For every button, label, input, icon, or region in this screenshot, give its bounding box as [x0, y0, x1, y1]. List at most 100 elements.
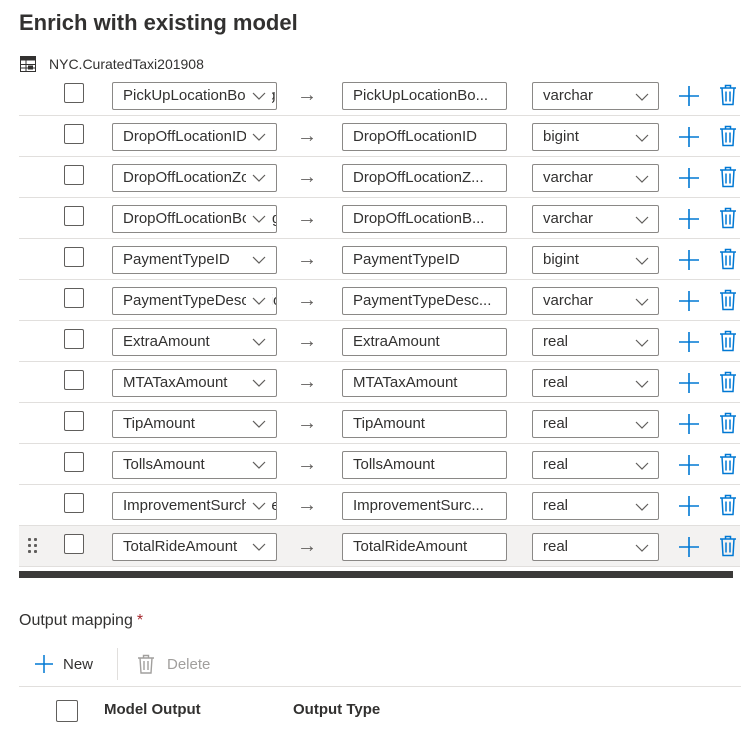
plus-icon[interactable] — [678, 495, 700, 517]
chevron-down-icon — [246, 84, 272, 108]
column-header-output-type[interactable]: Output Type — [293, 701, 380, 718]
source-column-dropdown[interactable]: TollsAmount — [112, 451, 277, 479]
type-dropdown[interactable]: bigint — [532, 123, 659, 151]
column-header-model-output[interactable]: Model Output — [104, 701, 201, 718]
source-column-value: TollsAmount — [123, 456, 205, 473]
type-value: real — [543, 415, 569, 432]
type-value: varchar — [543, 292, 594, 309]
row-checkbox[interactable] — [64, 452, 84, 472]
mapping-row: DropOffLocationID → DropOffLocationID bi… — [19, 116, 740, 157]
select-all-checkbox[interactable] — [56, 700, 78, 722]
trash-icon[interactable] — [719, 248, 737, 270]
trash-icon[interactable] — [719, 207, 737, 229]
type-dropdown[interactable]: varchar — [532, 82, 659, 110]
row-checkbox[interactable] — [64, 247, 84, 267]
trash-icon[interactable] — [719, 125, 737, 147]
plus-icon[interactable] — [678, 290, 700, 312]
delete-button[interactable]: Delete — [137, 646, 210, 682]
row-checkbox[interactable] — [64, 206, 84, 226]
target-column-input[interactable]: TotalRideAmount — [342, 533, 507, 561]
source-column-dropdown[interactable]: DropOffLocationZone — [112, 164, 277, 192]
row-checkbox[interactable] — [64, 493, 84, 513]
column-mapping-list: PickUpLocationBorough → PickUpLocationBo… — [19, 75, 740, 567]
target-column-input[interactable]: PaymentTypeDesc... — [342, 287, 507, 315]
plus-icon[interactable] — [678, 208, 700, 230]
row-checkbox[interactable] — [64, 288, 84, 308]
type-value: bigint — [543, 251, 579, 268]
type-dropdown[interactable]: varchar — [532, 287, 659, 315]
plus-icon[interactable] — [678, 85, 700, 107]
plus-icon[interactable] — [678, 536, 700, 558]
gripper-icon[interactable] — [28, 538, 38, 554]
map-arrow-icon: → — [297, 289, 317, 311]
row-checkbox[interactable] — [64, 411, 84, 431]
type-value: varchar — [543, 210, 594, 227]
type-dropdown[interactable]: varchar — [532, 164, 659, 192]
source-column-dropdown[interactable]: DropOffLocationID — [112, 123, 277, 151]
target-column-input[interactable]: PaymentTypeID — [342, 246, 507, 274]
plus-icon[interactable] — [678, 331, 700, 353]
plus-icon[interactable] — [678, 413, 700, 435]
plus-icon[interactable] — [678, 249, 700, 271]
type-dropdown[interactable]: real — [532, 369, 659, 397]
trash-icon[interactable] — [719, 84, 737, 106]
source-column-dropdown[interactable]: PickUpLocationBorough — [112, 82, 277, 110]
source-column-dropdown[interactable]: TipAmount — [112, 410, 277, 438]
type-dropdown[interactable]: bigint — [532, 246, 659, 274]
source-column-dropdown[interactable]: PaymentTypeDescription — [112, 287, 277, 315]
type-dropdown[interactable]: real — [532, 492, 659, 520]
source-column-dropdown[interactable]: ImprovementSurcharge — [112, 492, 277, 520]
target-column-input[interactable]: DropOffLocationB... — [342, 205, 507, 233]
target-column-input[interactable]: TipAmount — [342, 410, 507, 438]
row-checkbox[interactable] — [64, 534, 84, 554]
trash-icon[interactable] — [719, 453, 737, 475]
trash-icon[interactable] — [719, 494, 737, 516]
output-mapping-header: Model Output Output Type — [19, 686, 741, 729]
type-dropdown[interactable]: real — [532, 451, 659, 479]
target-column-input[interactable]: PickUpLocationBo... — [342, 82, 507, 110]
trash-icon[interactable] — [719, 166, 737, 188]
type-value: real — [543, 374, 569, 391]
source-column-dropdown[interactable]: ExtraAmount — [112, 328, 277, 356]
source-column-dropdown[interactable]: MTATaxAmount — [112, 369, 277, 397]
row-checkbox[interactable] — [64, 83, 84, 103]
source-column-value: DropOffLocationZone — [123, 169, 267, 186]
chevron-down-icon — [246, 166, 272, 190]
trash-icon[interactable] — [719, 412, 737, 434]
target-column-input[interactable]: DropOffLocationID — [342, 123, 507, 151]
chevron-down-icon — [246, 207, 272, 231]
target-column-input[interactable]: DropOffLocationZ... — [342, 164, 507, 192]
row-checkbox[interactable] — [64, 370, 84, 390]
target-column-input[interactable]: ExtraAmount — [342, 328, 507, 356]
row-checkbox[interactable] — [64, 329, 84, 349]
trash-icon[interactable] — [719, 330, 737, 352]
type-dropdown[interactable]: real — [532, 328, 659, 356]
target-column-input[interactable]: ImprovementSurc... — [342, 492, 507, 520]
plus-icon[interactable] — [678, 372, 700, 394]
plus-icon[interactable] — [678, 167, 700, 189]
trash-icon[interactable] — [719, 289, 737, 311]
target-column-input[interactable]: TollsAmount — [342, 451, 507, 479]
type-dropdown[interactable]: real — [532, 533, 659, 561]
source-column-value: ExtraAmount — [123, 333, 210, 350]
type-dropdown[interactable]: varchar — [532, 205, 659, 233]
toolbar-divider — [117, 648, 118, 680]
source-column-dropdown[interactable]: PaymentTypeID — [112, 246, 277, 274]
type-dropdown[interactable]: real — [532, 410, 659, 438]
mapping-row: DropOffLocationZone → DropOffLocationZ..… — [19, 157, 740, 198]
type-value: real — [543, 538, 569, 555]
new-button[interactable]: New — [35, 646, 93, 682]
source-column-dropdown[interactable]: DropOffLocationBorough — [112, 205, 277, 233]
horizontal-scrollbar[interactable] — [19, 571, 733, 578]
target-column-input[interactable]: MTATaxAmount — [342, 369, 507, 397]
type-value: varchar — [543, 87, 594, 104]
row-checkbox[interactable] — [64, 165, 84, 185]
plus-icon[interactable] — [678, 126, 700, 148]
trash-icon[interactable] — [719, 371, 737, 393]
row-checkbox[interactable] — [64, 124, 84, 144]
trash-icon[interactable] — [719, 535, 737, 557]
chevron-down-icon — [246, 535, 272, 559]
source-column-dropdown[interactable]: TotalRideAmount — [112, 533, 277, 561]
page-title: Enrich with existing model — [19, 10, 298, 35]
plus-icon[interactable] — [678, 454, 700, 476]
